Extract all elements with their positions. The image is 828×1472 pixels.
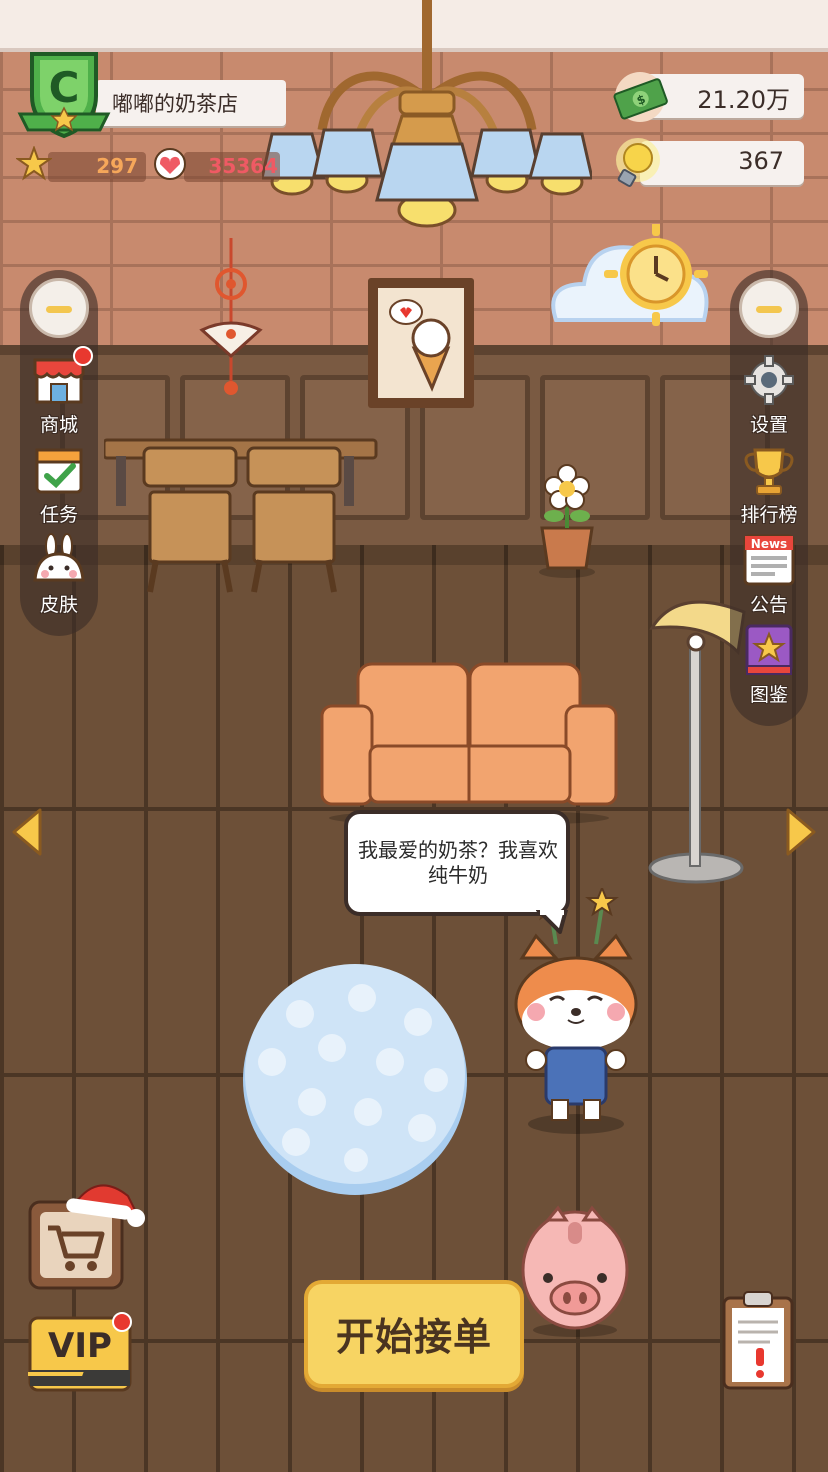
fox-customer[interactable] — [506, 888, 646, 1138]
menu-leaderboard[interactable]: 排行榜 — [731, 442, 807, 527]
clipboard-orders-icon[interactable] — [720, 1288, 796, 1392]
chandelier[interactable] — [262, 0, 592, 235]
menu-settings-label: 设置 — [749, 414, 788, 436]
likes-count: 35364 — [208, 154, 278, 178]
vip-button[interactable]: VIP — [22, 1312, 132, 1392]
cart-shop-button[interactable] — [26, 1172, 146, 1292]
right-menu-collapse-button[interactable] — [739, 278, 799, 338]
piggy-bank-icon[interactable] — [518, 1200, 632, 1338]
speech-bubble-tail — [536, 910, 568, 934]
left-menu-collapse-button[interactable] — [29, 278, 89, 338]
shop-name: 嘟嘟的奶茶店 — [112, 92, 238, 116]
vip-notification-badge — [112, 1312, 132, 1332]
dining-table-chairs[interactable] — [104, 436, 380, 606]
menu-collection-label: 图鉴 — [749, 684, 788, 706]
menu-tasks-label: 任务 — [39, 504, 78, 526]
money-amount: 21.20万 — [697, 86, 790, 114]
heart-hands-icon — [154, 148, 186, 180]
vip-label: VIP — [48, 1326, 112, 1366]
menu-settings[interactable]: 设置 — [731, 352, 807, 437]
menu-announcements-label: 公告 — [749, 594, 788, 616]
rank-shield-icon[interactable]: C — [16, 46, 112, 142]
shop-notification-badge — [73, 346, 93, 366]
trophy-icon — [744, 448, 794, 495]
star-book-icon — [745, 624, 793, 675]
lightbulb-icon — [616, 138, 660, 187]
gear-icon — [744, 355, 794, 405]
hanging-fan-ornament — [199, 238, 263, 395]
menu-shop-label: 商城 — [39, 414, 78, 436]
potted-flower[interactable] — [534, 464, 600, 578]
ice-cream-picture[interactable] — [366, 276, 476, 410]
task-calendar-icon — [35, 448, 83, 494]
right-menu: 设置 排行榜 News 公告 图鉴 — [730, 270, 808, 726]
star-icon — [16, 146, 52, 181]
left-menu: 商城 任务 皮肤 — [20, 270, 98, 636]
bunny-skin-icon — [33, 533, 85, 582]
ideas-amount: 367 — [738, 147, 784, 175]
scroll-left-arrow-icon[interactable] — [10, 806, 44, 858]
menu-leaderboard-label: 排行榜 — [740, 504, 798, 526]
cash-icon: $ — [613, 72, 668, 122]
sun-clock[interactable] — [544, 224, 716, 336]
news-badge-text: News — [751, 537, 787, 551]
rank-letter: C — [49, 63, 80, 112]
speech-text: 我最爱的奶茶？我喜欢纯牛奶 — [358, 838, 558, 887]
menu-skins-label: 皮肤 — [39, 594, 78, 616]
menu-tasks[interactable]: 任务 — [21, 442, 97, 527]
stars-count: 297 — [96, 154, 138, 178]
scroll-right-arrow-icon[interactable] — [784, 806, 818, 858]
menu-announcements[interactable]: News 公告 — [731, 532, 807, 617]
news-icon: News — [743, 534, 795, 586]
menu-skins[interactable]: 皮肤 — [21, 532, 97, 617]
menu-collection[interactable]: 图鉴 — [731, 622, 807, 707]
polka-dot-rug[interactable] — [240, 962, 470, 1198]
start-orders-label: 开始接单 — [335, 1315, 492, 1359]
menu-shop[interactable]: 商城 — [21, 346, 97, 437]
orange-sofa[interactable] — [318, 660, 620, 826]
